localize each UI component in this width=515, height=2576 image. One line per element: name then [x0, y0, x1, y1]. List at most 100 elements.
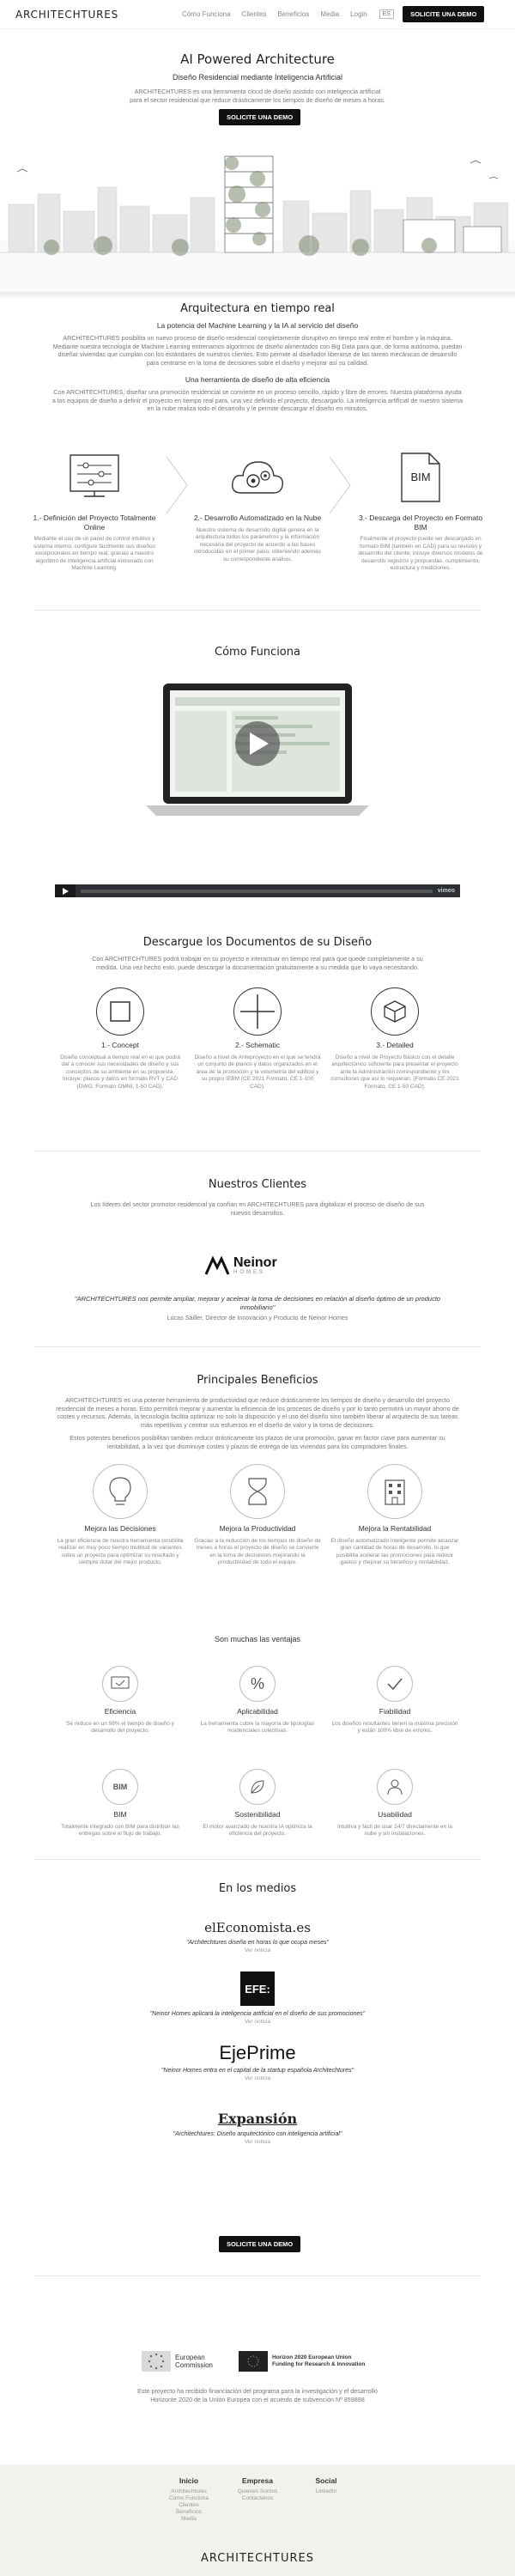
hero-text: ARCHITECHTURES es una herramienta cloud …: [130, 88, 385, 104]
play-icon[interactable]: [55, 884, 76, 897]
media-demo-button[interactable]: SOLICITE UNA DEMO: [219, 2236, 301, 2252]
advantage-text: Totalmente integrado con BIM para distri…: [61, 1823, 179, 1838]
sliders-panel-icon: [30, 447, 159, 508]
media-item-eleconomista: elEconomista.es "Architechtures diseña e…: [0, 1920, 515, 1953]
logo[interactable]: ARCHITECHTURES: [15, 9, 118, 21]
benefits-text-1: ARCHITECHTURES es una potente herramient…: [56, 1396, 459, 1429]
footer-link[interactable]: Contáctanos: [223, 2495, 292, 2502]
efe-logo: EFE:: [240, 1971, 275, 2006]
hero-city-illustration: [0, 137, 515, 292]
step-text: Finalmente el proyecto puede ser descarg…: [358, 536, 483, 571]
crosshair-icon: [233, 987, 282, 1036]
media-quote: "Architechtures diseña en horas lo que o…: [185, 1940, 330, 1946]
language-selector[interactable]: ES: [379, 9, 395, 19]
doc-title: 2.- Schematic: [235, 1041, 280, 1049]
neinor-logo: Neinor HOMES: [204, 1252, 311, 1279]
eleconomista-logo: elEconomista.es: [204, 1920, 311, 1935]
media-quote: "Neinor Homes aplicará la inteligencia a…: [149, 2011, 366, 2017]
footer-link[interactable]: Media: [154, 2516, 223, 2523]
download-title: Descargue los Documentos de su Diseño: [142, 936, 373, 949]
benefit-title: Mejora la Rentabilidad: [358, 1524, 432, 1533]
footer-link[interactable]: Clientes: [154, 2502, 223, 2509]
footer-logo[interactable]: ARCHITECHTURES: [0, 2552, 515, 2565]
advantage-text: Los diseños resultantes tienen la máxima…: [331, 1720, 458, 1735]
doc-detailed: 3.- Detailed Diseño a nivel de Proyecto …: [330, 987, 459, 1091]
neinor-name: Neinor: [233, 1255, 277, 1270]
media-link[interactable]: Ver noticia: [0, 1947, 515, 1953]
nav-item-clients[interactable]: Clientes: [242, 10, 267, 18]
realtime-title: Arquitectura en tiempo real: [180, 302, 335, 315]
advantage-usability: Usabilidad Intuitiva y fácil de usar 24/…: [330, 1769, 459, 1838]
media-item-efe: EFE: "Neinor Homes aplicará la inteligen…: [0, 1971, 515, 2025]
bim-label: BIM: [410, 471, 431, 483]
advantage-sustainability: Sostenibilidad El motor avanzado de nues…: [193, 1769, 322, 1838]
hero-demo-button[interactable]: SOLICITE UNA DEMO: [219, 109, 301, 125]
doc-text: Diseño a nivel de Anteproyecto en el que…: [194, 1054, 321, 1090]
media-link[interactable]: Ver noticia: [0, 2139, 515, 2145]
advantage-title: Eficiencia: [104, 1707, 136, 1716]
section-divider: [34, 1859, 481, 1860]
eu-flag-icon: [142, 2351, 171, 2372]
nav-item-login[interactable]: Login: [350, 10, 367, 18]
advantage-title: BIM: [113, 1810, 127, 1819]
video-controls: vimeo: [55, 884, 460, 897]
benefit-text: El diseño automatizado inteligente permi…: [330, 1537, 459, 1566]
benefit-title: Mejora las Decisiones: [84, 1524, 156, 1533]
step-title: 3.- Descarga del Proyecto en Formato BIM: [358, 513, 483, 532]
vimeo-logo[interactable]: vimeo: [438, 888, 455, 894]
video-progress-bar[interactable]: [81, 889, 433, 893]
footer-link[interactable]: Beneficios: [154, 2509, 223, 2516]
nav-item-media[interactable]: Media: [320, 10, 339, 18]
doc-schematic: 2.- Schematic Diseño a nivel de Anteproy…: [193, 987, 322, 1091]
advantage-applicability: % Aplicabilidad La herramienta cubre la …: [193, 1666, 322, 1735]
media-link[interactable]: Ver noticia: [0, 2019, 515, 2025]
advantage-text: Se reduce en un 98% el tiempo de diseño …: [66, 1720, 174, 1735]
media-item-ejeprime: EjePrime "Neinor Homes entra en el capit…: [0, 2042, 515, 2081]
client-quote-author: Lucas Sáiller, Director de Innovación y …: [167, 1314, 348, 1321]
media-item-expansion: Expansión "Architechtures: Diseño arquit…: [0, 2111, 515, 2145]
advantage-bim: BIM BIM Totalmente integrado con BIM par…: [56, 1769, 185, 1838]
footer-link[interactable]: LinkedIn: [292, 2488, 360, 2495]
step-title: 1.- Definición del Proyecto Totalmente O…: [33, 513, 156, 532]
checkmark-icon: [377, 1666, 413, 1702]
ejeprime-logo: EjePrime: [219, 2042, 296, 2063]
doc-title: 1.- Concept: [101, 1041, 139, 1049]
header-demo-button[interactable]: SOLICITE UNA DEMO: [403, 6, 485, 22]
step-bim: BIM 3.- Descarga del Proyecto en Formato…: [356, 447, 485, 573]
advantage-title: Usabilidad: [378, 1810, 412, 1819]
media-link[interactable]: Ver noticia: [0, 2075, 515, 2081]
footer-link[interactable]: Quienes Somos: [223, 2488, 292, 2495]
funding-logos: European Commission Horizon 2020 Europea…: [142, 2344, 373, 2379]
cube-icon: [371, 987, 419, 1036]
section-divider: [34, 610, 481, 611]
advantage-title: Fiabilidad: [379, 1707, 411, 1716]
h2020-flag-icon: [239, 2351, 268, 2372]
benefits-title: Principales Beneficios: [197, 1374, 318, 1387]
leaf-icon: [239, 1769, 276, 1805]
nav-item-how[interactable]: Cómo Funciona: [182, 10, 230, 18]
advantage-reliability: Fiabilidad Los diseños resultantes tiene…: [330, 1666, 459, 1735]
advantage-title: Sostenibilidad: [234, 1810, 281, 1819]
advantages-title: Son muchas las ventajas: [214, 1635, 301, 1643]
building-icon: [367, 1464, 422, 1519]
user-icon: [377, 1769, 413, 1805]
step-arrow-icon: [328, 455, 354, 519]
step-title: 2.- Desarrollo Automatizado en la Nube: [193, 513, 322, 522]
footer-col-inicio: Inicio Architechtures Cómo Funciona Clie…: [154, 2476, 223, 2523]
cloud-gears-icon: [193, 447, 322, 508]
efe-logo-text: EFE:: [245, 1982, 270, 1996]
footer-link[interactable]: Architechtures: [154, 2488, 223, 2495]
benefit-productivity: Mejora la Productividad Gracias a la red…: [193, 1464, 322, 1567]
top-header: ARCHITECHTURES Cómo Funciona Clientes Be…: [0, 0, 515, 29]
benefit-decisions: Mejora las Decisiones La gran eficiencia…: [56, 1464, 185, 1567]
footer-heading: Social: [315, 2476, 337, 2485]
footer-link[interactable]: Cómo Funciona: [154, 2495, 223, 2502]
video-player[interactable]: [146, 678, 369, 824]
benefits-text-2: Estos potentes beneficios posibilitan ta…: [70, 1434, 445, 1450]
footer-heading: Empresa: [242, 2476, 273, 2485]
monitor-check-icon: [102, 1666, 138, 1702]
clients-text: Los líderes del sector promotor residenc…: [90, 1200, 425, 1217]
tool-title: Una herramienta de diseño de alta eficie…: [185, 375, 330, 384]
footer-heading: Inicio: [179, 2476, 199, 2485]
nav-item-benefits[interactable]: Beneficios: [277, 10, 309, 18]
